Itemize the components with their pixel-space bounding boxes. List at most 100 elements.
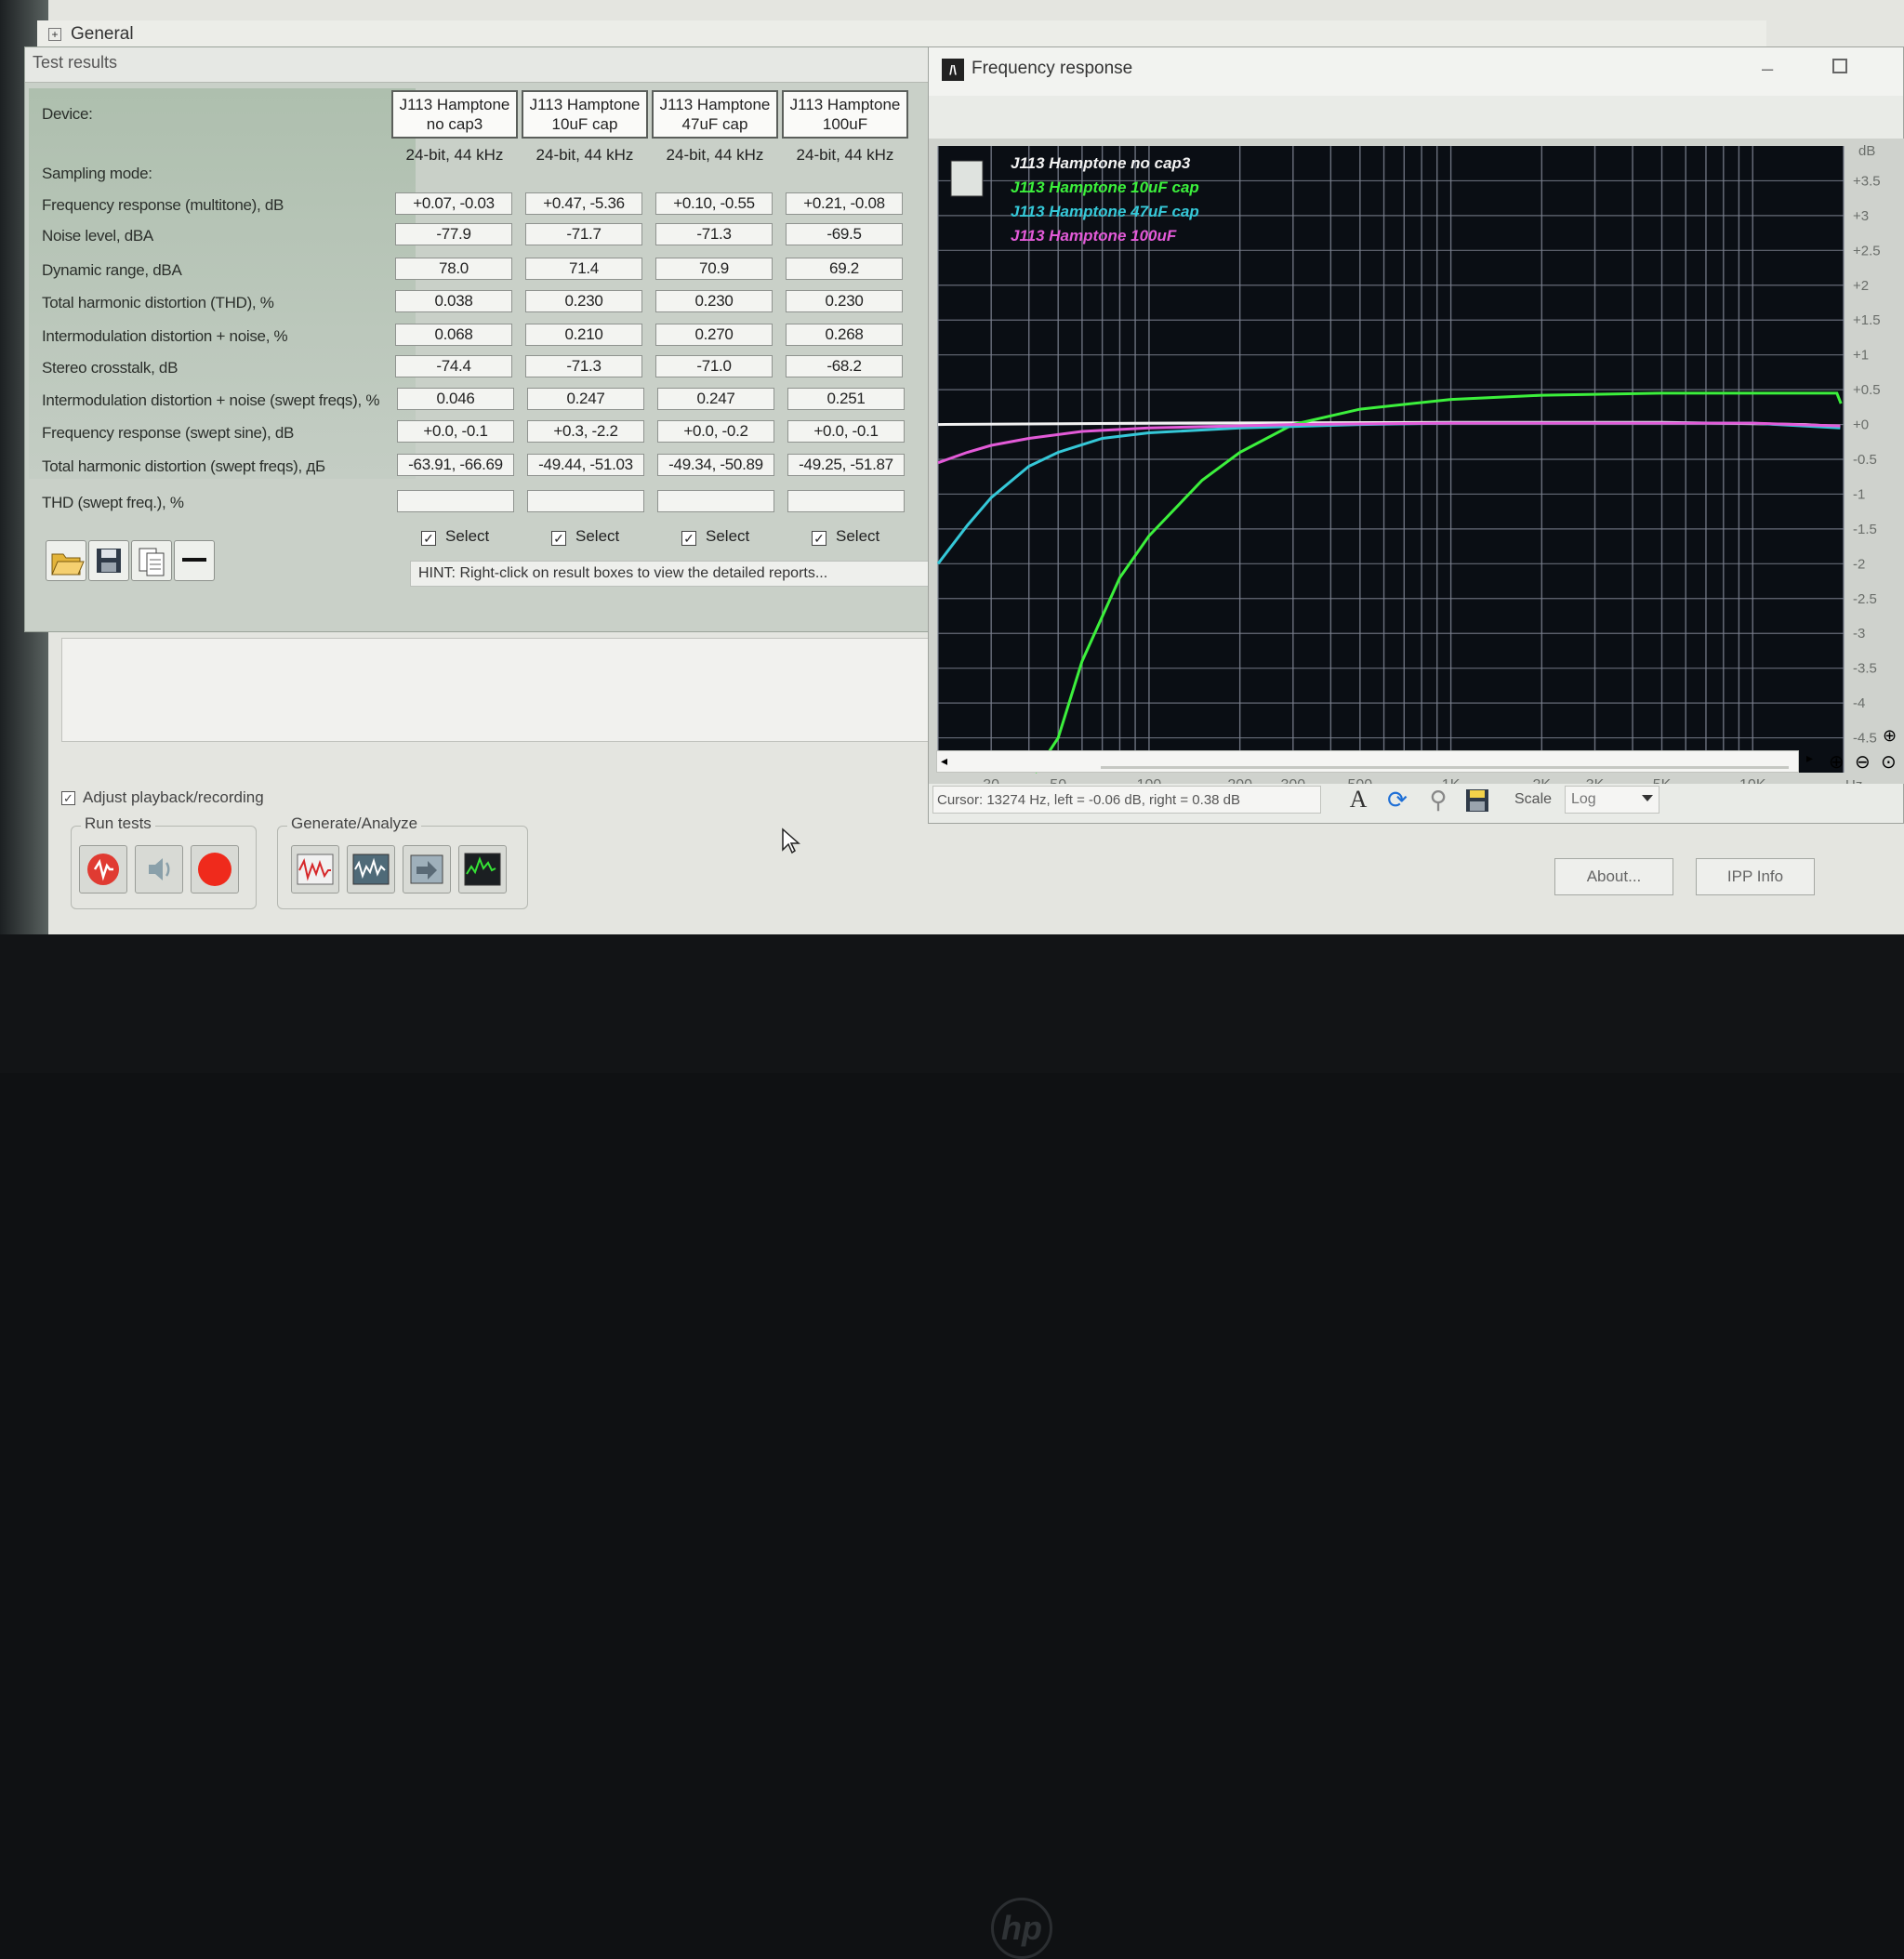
minimize-icon[interactable]: – [1762,57,1773,81]
x-tick-label: 100 [1137,777,1162,784]
result-cell[interactable] [787,490,905,512]
result-cell[interactable]: -71.0 [655,355,773,377]
spectrum-button[interactable] [458,845,507,893]
result-cell[interactable]: +0.0, -0.1 [787,420,905,443]
result-cell[interactable]: -77.9 [395,223,512,245]
result-cell[interactable]: 0.270 [655,324,773,346]
result-cell[interactable]: 0.046 [397,388,514,410]
generate-analyze-group: Generate/Analyze [277,814,528,909]
device-header[interactable]: J113 Hamptone 47uF cap [652,90,778,139]
device-header[interactable]: J113 Hamptone 10uF cap [522,90,648,139]
record-button[interactable] [191,845,239,893]
result-cell[interactable] [527,490,644,512]
save-button[interactable] [88,540,129,581]
result-cell[interactable]: 0.068 [395,324,512,346]
y-tick-label: +0 [1853,417,1869,433]
generate-signal-button[interactable] [291,845,339,893]
result-cell[interactable]: -71.3 [525,355,642,377]
select-label: Select [445,527,490,545]
generate-analyze-label: Generate/Analyze [287,814,422,833]
result-cell[interactable]: +0.21, -0.08 [786,192,903,215]
expand-plus-icon[interactable]: + [48,28,61,41]
result-cell[interactable]: 0.230 [655,290,773,312]
zoom-icon[interactable]: ⊕ [1883,726,1897,746]
save-plot-button[interactable] [1461,784,1494,815]
speaker-button[interactable] [135,845,183,893]
result-cell[interactable] [657,490,774,512]
result-cell[interactable]: 71.4 [525,258,642,280]
result-cell[interactable]: +0.10, -0.55 [655,192,773,215]
device-header[interactable]: J113 Hamptone 100uF [782,90,908,139]
result-cell[interactable]: -68.2 [786,355,903,377]
device-name-line2: 47uF cap [681,115,748,133]
row-label: Frequency response (multitone), dB [42,196,284,214]
result-cell[interactable]: +0.47, -5.36 [525,192,642,215]
result-cell[interactable]: -49.25, -51.87 [787,454,905,476]
result-cell[interactable]: 0.230 [525,290,642,312]
zoom-magnifier-icon[interactable]: ⚲ [1421,784,1455,815]
compare-button[interactable] [403,845,451,893]
result-cell[interactable]: +0.07, -0.03 [395,192,512,215]
result-cell[interactable]: -69.5 [786,223,903,245]
result-cell[interactable]: 0.210 [525,324,642,346]
result-cell[interactable]: -74.4 [395,355,512,377]
checkbox-icon: ✓ [812,531,826,546]
x-tick-label: 300 [1280,777,1305,784]
remove-column-button[interactable] [174,540,215,581]
result-cell[interactable]: 0.230 [786,290,903,312]
scroll-left-icon[interactable]: ◂ [941,753,947,769]
select-label: Select [706,527,750,545]
horizontal-scrollbar[interactable]: ◂ [936,750,1799,773]
legend-toggle-icon[interactable] [950,160,984,197]
result-cell[interactable]: 0.247 [527,388,644,410]
about-button[interactable]: About... [1554,858,1673,895]
refresh-icon[interactable]: ⟳ [1381,784,1414,815]
row-labels-panel [29,88,416,479]
scale-dropdown[interactable]: Log [1565,786,1659,814]
select-checkbox[interactable]: ✓ Select [812,527,879,546]
result-cell[interactable]: 78.0 [395,258,512,280]
general-section-header[interactable]: + General [37,20,1766,48]
result-cell[interactable]: -63.91, -66.69 [397,454,514,476]
select-checkbox[interactable]: ✓ Select [551,527,619,546]
result-cell[interactable] [397,490,514,512]
result-cell[interactable]: 0.268 [786,324,903,346]
result-cell[interactable]: -49.44, -51.03 [527,454,644,476]
legend-entry: J113 Hamptone 100uF [1011,227,1177,245]
x-tick-label: 200 [1227,777,1252,784]
screen: + General Test results Device: Sampling m… [0,0,1904,1959]
result-cell[interactable]: -71.7 [525,223,642,245]
device-name-line2: 100uF [822,115,868,133]
result-cell[interactable]: -49.34, -50.89 [657,454,774,476]
scroll-right-icon[interactable]: ▸ [1806,750,1813,766]
frequency-plot[interactable]: 30 50 100 200 300 500 1K 2K 3K 5K 10K Hz dB +3.5 +3 +2.… [929,96,1904,784]
result-cell[interactable]: 0.038 [395,290,512,312]
zoom-reset-icon[interactable]: ⊙ [1881,750,1897,774]
device-header[interactable]: J113 Hamptone no cap3 [391,90,518,139]
sampling-mode-value: 24-bit, 44 kHz [536,146,634,164]
select-checkbox[interactable]: ✓ Select [421,527,489,546]
select-checkbox[interactable]: ✓ Select [681,527,749,546]
copy-report-button[interactable] [131,540,172,581]
row-label: Noise level, dBA [42,227,153,245]
result-cell[interactable]: 69.2 [786,258,903,280]
sampling-mode-value: 24-bit, 44 kHz [666,146,764,164]
scroll-thumb[interactable] [1101,766,1789,769]
compare-arrow-icon [410,854,443,884]
open-folder-button[interactable] [46,540,86,581]
result-cell[interactable]: +0.3, -2.2 [527,420,644,443]
result-cell[interactable]: +0.0, -0.1 [397,420,514,443]
result-cell[interactable]: 70.9 [655,258,773,280]
zoom-out-icon[interactable]: ⊖ [1855,750,1871,774]
analyze-recording-button[interactable] [347,845,395,893]
ipp-info-button[interactable]: IPP Info [1696,858,1815,895]
result-cell[interactable]: +0.0, -0.2 [657,420,774,443]
zoom-in-icon[interactable]: ⊕ [1829,750,1844,774]
result-cell[interactable]: -71.3 [655,223,773,245]
result-cell[interactable]: 0.251 [787,388,905,410]
adjust-playback-checkbox[interactable]: ✓ Adjust playback/recording [61,788,264,807]
maximize-icon[interactable] [1832,59,1847,73]
run-test-button[interactable] [79,845,127,893]
font-a-icon[interactable]: A [1342,784,1375,815]
result-cell[interactable]: 0.247 [657,388,774,410]
